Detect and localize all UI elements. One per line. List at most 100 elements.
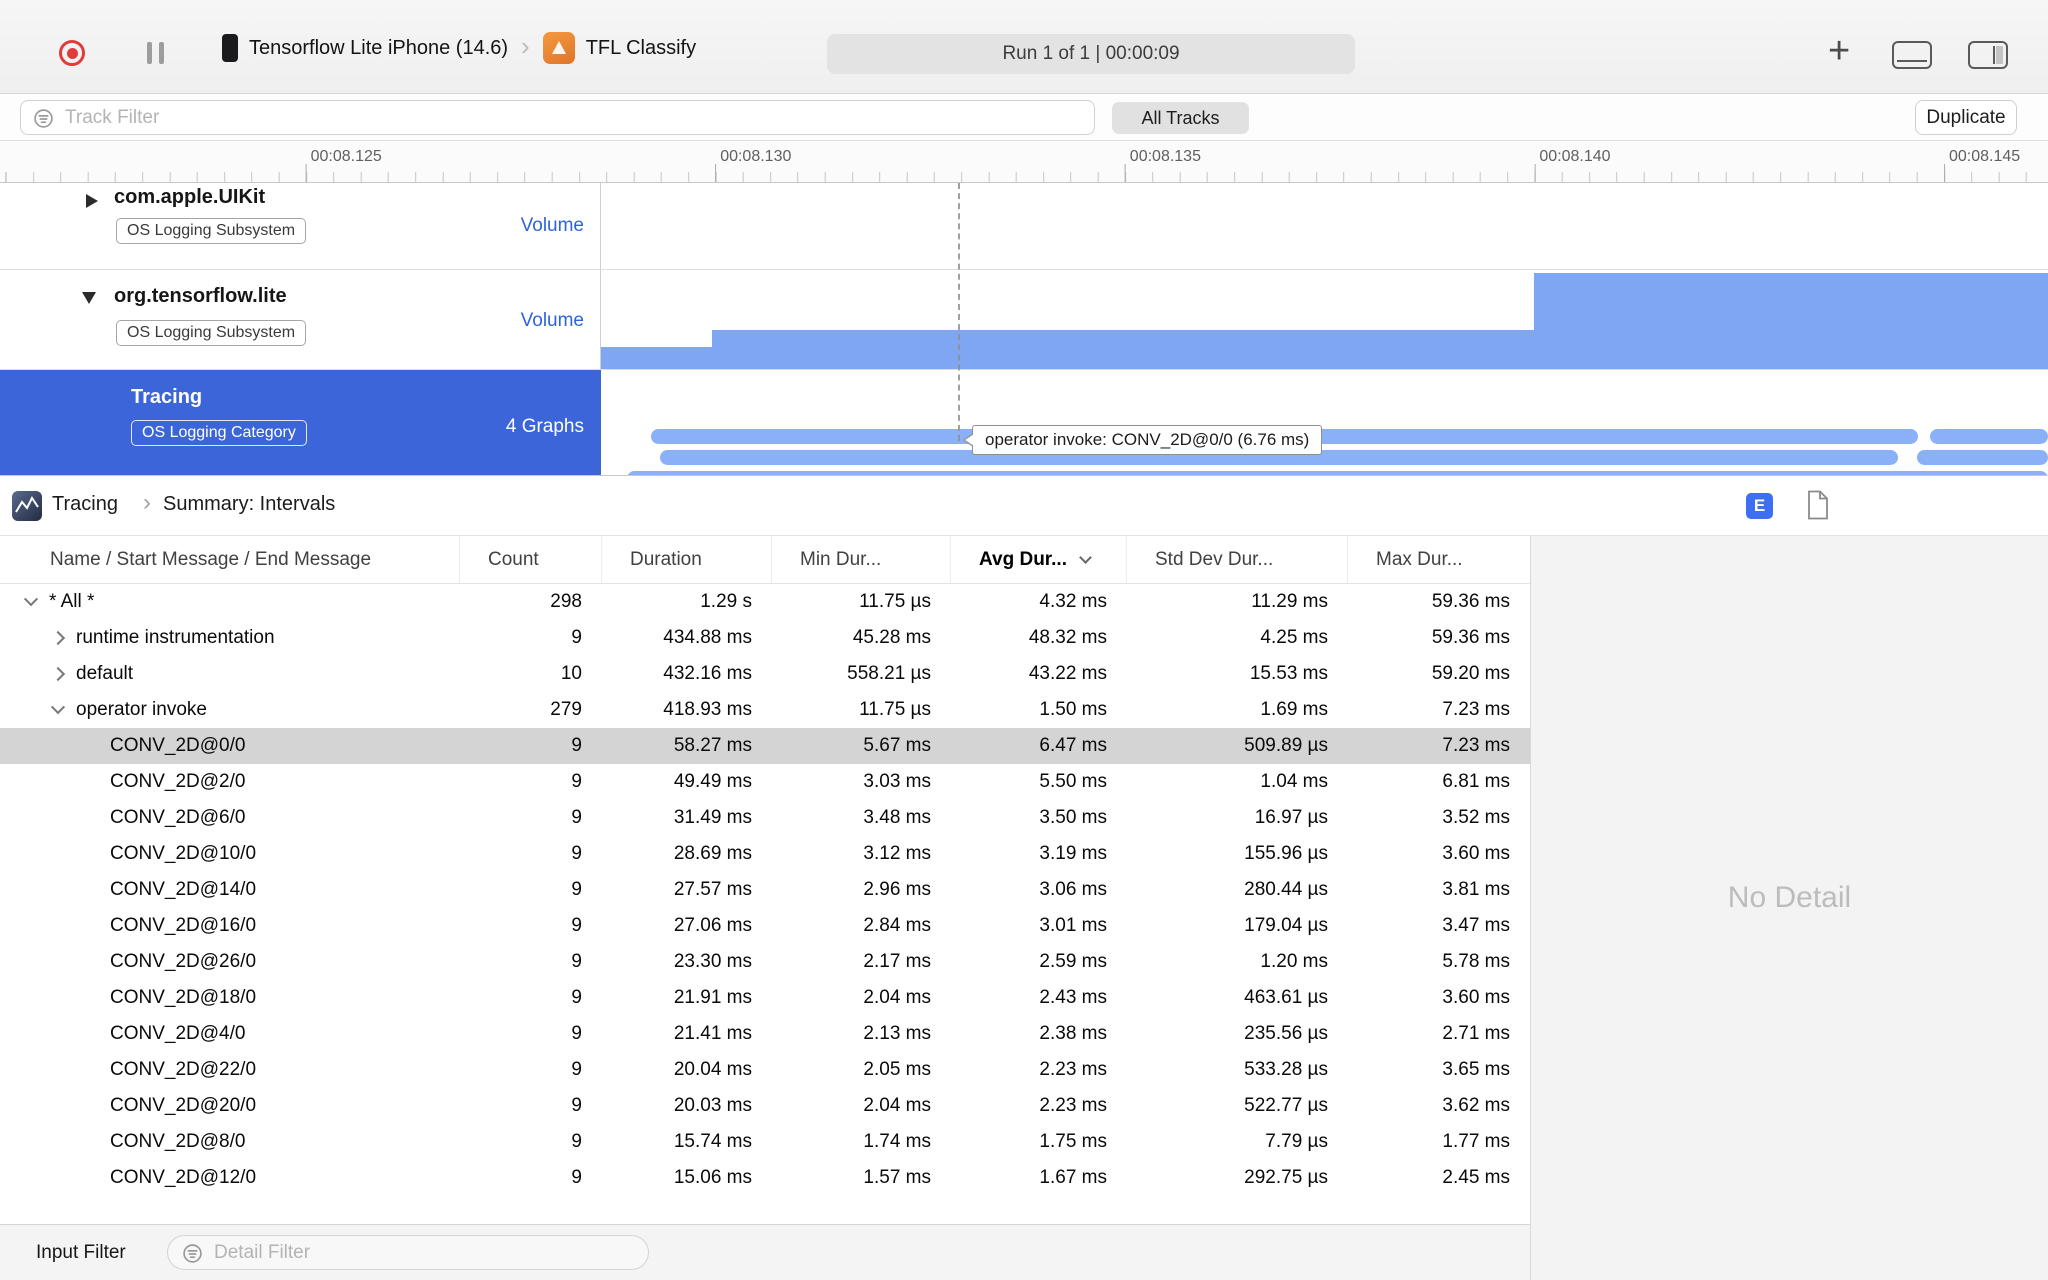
- column-std-dev-dur[interactable]: Std Dev Dur...: [1127, 536, 1348, 583]
- record-button[interactable]: [59, 40, 85, 66]
- track-filter-bar: All Tracks Duplicate: [0, 94, 2048, 141]
- table-row[interactable]: CONV_2D@18/0 9 21.91 ms 2.04 ms 2.43 ms 463.6…: [0, 980, 1530, 1016]
- cell-name: CONV_2D@10/0: [0, 836, 460, 872]
- track-meta-volume[interactable]: Volume: [521, 215, 584, 237]
- cell-duration: 27.06 ms: [673, 915, 752, 936]
- track-badge: OS Logging Subsystem: [116, 218, 307, 244]
- target-selector[interactable]: Tensorflow Lite iPhone (14.6) › TFL Clas…: [222, 28, 696, 68]
- table-header: Name / Start Message / End Message Count…: [0, 536, 1530, 584]
- cell-duration: 21.91 ms: [673, 987, 752, 1008]
- detail-filter-input[interactable]: [214, 1236, 636, 1269]
- device-icon: [222, 34, 238, 62]
- expand-chevron-icon[interactable]: [50, 630, 66, 646]
- column-name[interactable]: Name / Start Message / End Message: [0, 536, 460, 583]
- track-lane[interactable]: [601, 270, 2048, 369]
- track-meta-volume[interactable]: Volume: [521, 310, 584, 332]
- duplicate-button[interactable]: Duplicate: [1915, 100, 2017, 135]
- document-icon[interactable]: [1806, 490, 1830, 520]
- cell-duration: 418.93 ms: [663, 699, 752, 720]
- cell-std: 15.53 ms: [1249, 663, 1328, 684]
- cell-min: 1.74 ms: [863, 1131, 931, 1152]
- interval-bar[interactable]: [627, 471, 2048, 475]
- table-row[interactable]: * All * 298 1.29 s 11.75 µs 4.32 ms 11.29 ms 5…: [0, 584, 1530, 620]
- breadcrumb-root[interactable]: Tracing: [52, 493, 118, 516]
- table-row[interactable]: CONV_2D@16/0 9 27.06 ms 2.84 ms 3.01 ms 179.0…: [0, 908, 1530, 944]
- table-row[interactable]: CONV_2D@14/0 9 27.57 ms 2.96 ms 3.06 ms 280.4…: [0, 872, 1530, 908]
- column-avg-dur[interactable]: Avg Dur...: [951, 536, 1127, 583]
- table-row[interactable]: CONV_2D@26/0 9 23.30 ms 2.17 ms 2.59 ms 1.20 …: [0, 944, 1530, 980]
- cell-count: 298: [550, 591, 582, 612]
- all-tracks-button[interactable]: All Tracks: [1112, 102, 1249, 134]
- breadcrumb-chevron-icon: ›: [143, 489, 151, 516]
- detail-filter-field[interactable]: [167, 1235, 649, 1270]
- timeline-ruler[interactable]: 00:08.125 00:08.130 00:08.135 00:08.140 00:0…: [0, 141, 2048, 183]
- track-filter-input[interactable]: [65, 101, 1084, 134]
- table-row[interactable]: CONV_2D@0/0 9 58.27 ms 5.67 ms 6.47 ms 509.89…: [0, 728, 1530, 764]
- cell-max: 59.20 ms: [1431, 663, 1510, 684]
- add-instrument-button[interactable]: +: [1828, 30, 1850, 73]
- interval-tooltip: operator invoke: CONV_2D@0/0 (6.76 ms): [972, 425, 1323, 455]
- table-row[interactable]: CONV_2D@4/0 9 21.41 ms 2.13 ms 2.38 ms 235.56…: [0, 1016, 1530, 1052]
- cell-duration: 58.27 ms: [673, 735, 752, 756]
- table-row[interactable]: runtime instrumentation 9 434.88 ms 45.28 m…: [0, 620, 1530, 656]
- table-row[interactable]: CONV_2D@10/0 9 28.69 ms 3.12 ms 3.19 ms 155.9…: [0, 836, 1530, 872]
- toolbar: Tensorflow Lite iPhone (14.6) › TFL Clas…: [0, 0, 2048, 94]
- table-row[interactable]: CONV_2D@22/0 9 20.04 ms 2.05 ms 2.23 ms 533.2…: [0, 1052, 1530, 1088]
- collapse-chevron-icon[interactable]: [50, 700, 66, 715]
- cell-std: 4.25 ms: [1260, 627, 1328, 648]
- column-count[interactable]: Count: [460, 536, 602, 583]
- app-name[interactable]: TFL Classify: [586, 37, 696, 60]
- track-badge: OS Logging Subsystem: [116, 320, 307, 346]
- collapse-chevron-icon[interactable]: [23, 592, 39, 607]
- table-row[interactable]: CONV_2D@8/0 9 15.74 ms 1.74 ms 1.75 ms 7.79 µ…: [0, 1124, 1530, 1160]
- track-org-tensorflow-lite[interactable]: org.tensorflow.lite OS Logging Subsystem…: [0, 270, 2048, 370]
- cell-std: 155.96 µs: [1244, 843, 1328, 864]
- pause-button[interactable]: [147, 42, 164, 64]
- cell-std: 522.77 µs: [1244, 1095, 1328, 1116]
- expand-chevron-icon[interactable]: [50, 666, 66, 682]
- track-lane[interactable]: [601, 370, 2048, 475]
- cell-max: 2.71 ms: [1442, 1023, 1510, 1044]
- column-min-dur[interactable]: Min Dur...: [772, 536, 951, 583]
- disclosure-right-icon[interactable]: [86, 194, 98, 208]
- table-row[interactable]: operator invoke 279 418.93 ms 11.75 µs 1.50 …: [0, 692, 1530, 728]
- interval-bar[interactable]: [1917, 450, 2048, 465]
- track-label: Tracing OS Logging Category 4 Graphs: [0, 370, 601, 475]
- breadcrumb-page[interactable]: Summary: Intervals: [163, 493, 335, 516]
- input-filter-label[interactable]: Input Filter: [36, 1242, 126, 1264]
- toggle-right-panel-button[interactable]: [1968, 41, 2008, 69]
- column-duration[interactable]: Duration: [602, 536, 772, 583]
- track-lane[interactable]: [601, 183, 2048, 269]
- disclosure-down-icon[interactable]: [82, 292, 96, 304]
- row-name: CONV_2D@12/0: [110, 1167, 257, 1188]
- cell-std: 509.89 µs: [1244, 735, 1328, 756]
- track-filter-field[interactable]: [20, 100, 1095, 135]
- extended-detail-button[interactable]: E: [1746, 493, 1773, 519]
- cell-count: 9: [571, 987, 582, 1008]
- table-row[interactable]: CONV_2D@2/0 9 49.49 ms 3.03 ms 5.50 ms 1.04 m…: [0, 764, 1530, 800]
- cell-avg: 2.38 ms: [1039, 1023, 1107, 1044]
- track-com-apple-uikit[interactable]: com.apple.UIKit OS Logging Subsystem Vol…: [0, 183, 2048, 270]
- interval-bar[interactable]: [1930, 429, 2048, 444]
- right-panel-icon: [1992, 46, 1995, 64]
- cell-max: 3.62 ms: [1442, 1095, 1510, 1116]
- toggle-bottom-panel-button[interactable]: [1892, 41, 1932, 69]
- cell-duration: 434.88 ms: [663, 627, 752, 648]
- cell-duration: 1.29 s: [700, 591, 752, 612]
- row-name: runtime instrumentation: [76, 627, 275, 648]
- track-tracing[interactable]: Tracing OS Logging Category 4 Graphs: [0, 370, 2048, 476]
- cell-max: 1.77 ms: [1442, 1131, 1510, 1152]
- table-row[interactable]: CONV_2D@6/0 9 31.49 ms 3.48 ms 3.50 ms 16.97 …: [0, 800, 1530, 836]
- device-name[interactable]: Tensorflow Lite iPhone (14.6): [249, 37, 508, 60]
- table-row[interactable]: CONV_2D@20/0 9 20.03 ms 2.04 ms 2.23 ms 522.7…: [0, 1088, 1530, 1124]
- column-max-dur[interactable]: Max Dur...: [1348, 536, 1530, 583]
- row-name: CONV_2D@16/0: [110, 915, 257, 936]
- ruler-major-ticks: [0, 164, 2048, 182]
- volume-graph-segment: [601, 347, 712, 369]
- cell-avg: 6.47 ms: [1039, 735, 1107, 756]
- table-row[interactable]: CONV_2D@12/0 9 15.06 ms 1.57 ms 1.67 ms 292.7…: [0, 1160, 1530, 1196]
- table-row[interactable]: default 10 432.16 ms 558.21 µs 43.22 ms 15.53…: [0, 656, 1530, 692]
- cell-avg: 3.19 ms: [1039, 843, 1107, 864]
- cell-avg: 4.32 ms: [1039, 591, 1107, 612]
- track-title: Tracing: [131, 386, 203, 408]
